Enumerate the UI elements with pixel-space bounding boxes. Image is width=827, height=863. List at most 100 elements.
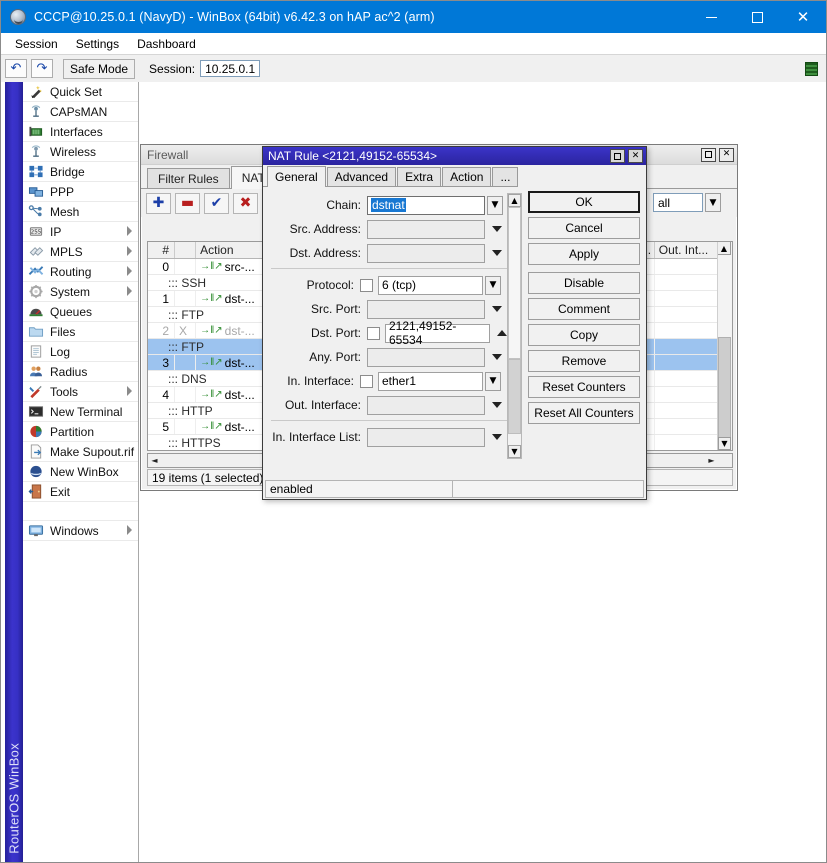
sidebar-item-bridge[interactable]: Bridge (23, 162, 138, 182)
sidebar-item-tools[interactable]: Tools (23, 382, 138, 402)
field-checkbox[interactable] (360, 374, 373, 388)
sidebar-item-wireless[interactable]: Wireless (23, 142, 138, 162)
dialog-form-scrollbar[interactable]: ▲ ▼ (507, 193, 522, 459)
field-input[interactable] (367, 347, 485, 367)
chevron-down-icon[interactable]: ▼ (485, 371, 501, 391)
scroll-down-icon[interactable]: ▼ (508, 445, 521, 458)
sidebar-item-mpls[interactable]: MPLS (23, 242, 138, 262)
sidebar-item-interfaces[interactable]: Interfaces (23, 122, 138, 142)
sidebar-item-radius[interactable]: Radius (23, 362, 138, 382)
sidebar-item-partition[interactable]: Partition (23, 422, 138, 442)
disable-button[interactable]: Disable (528, 272, 640, 294)
apply-button[interactable]: Apply (528, 243, 640, 265)
enable-icon[interactable]: ✔ (204, 192, 229, 214)
menu-settings[interactable]: Settings (67, 35, 128, 53)
column-header-out-int[interactable]: Out. Int... (655, 242, 719, 258)
sidebar-item-windows[interactable]: Windows (23, 521, 138, 541)
sidebar-item-queues[interactable]: Queues (23, 302, 138, 322)
sidebar-item-make-supout[interactable]: Make Supout.rif (23, 442, 138, 462)
sidebar-item-mesh[interactable]: Mesh (23, 202, 138, 222)
tab-filter-rules[interactable]: Filter Rules (147, 168, 230, 188)
scroll-track-upper[interactable] (508, 207, 521, 359)
queues-icon (29, 308, 43, 317)
copy-button[interactable]: Copy (528, 324, 640, 346)
sidebar-item-ppp[interactable]: PPP (23, 182, 138, 202)
sidebar-item-ip[interactable]: 255 IP (23, 222, 138, 242)
reset-counters-button[interactable]: Reset Counters (528, 376, 640, 398)
maximize-icon[interactable] (734, 1, 780, 33)
chevron-down-icon[interactable] (492, 402, 502, 408)
comment-button[interactable]: Comment (528, 298, 640, 320)
field-checkbox[interactable] (367, 326, 380, 340)
menu-dashboard[interactable]: Dashboard (128, 35, 205, 53)
close-icon[interactable]: ✕ (628, 149, 643, 163)
chevron-down-icon[interactable] (492, 226, 502, 232)
table-cell (655, 419, 719, 434)
field-input[interactable] (367, 395, 485, 415)
field-input[interactable] (367, 299, 485, 319)
scroll-thumb[interactable] (508, 359, 521, 434)
column-header-num[interactable]: # (148, 242, 176, 258)
ok-button[interactable]: OK (528, 191, 640, 213)
field-input[interactable]: 6 (tcp) (378, 275, 483, 295)
sidebar-item-exit[interactable]: Exit (23, 482, 138, 502)
tab-extra[interactable]: Extra (397, 167, 442, 186)
menu-session[interactable]: Session (6, 35, 67, 53)
scroll-thumb[interactable] (718, 337, 731, 442)
chevron-down-icon[interactable] (492, 306, 502, 312)
sidebar-item-log[interactable]: Log (23, 342, 138, 362)
sidebar-item-quick-set[interactable]: Quick Set (23, 82, 138, 102)
tab-advanced[interactable]: Advanced (326, 167, 397, 186)
firewall-filter-value[interactable]: all (653, 193, 703, 212)
sidebar-item-routing[interactable]: Routing (23, 262, 138, 282)
field-input[interactable]: dstnat (367, 195, 485, 215)
tab-more[interactable]: ... (492, 167, 519, 186)
chevron-down-icon[interactable]: ▼ (485, 275, 501, 295)
sidebar-item-new-terminal[interactable]: New Terminal (23, 402, 138, 422)
chevron-down-icon[interactable]: ▼ (705, 193, 721, 212)
field-input[interactable] (367, 427, 485, 447)
sidebar-item-capsman[interactable]: CAPsMAN (23, 102, 138, 122)
session-value[interactable]: 10.25.0.1 (200, 60, 261, 77)
sidebar-item-label: IP (50, 224, 62, 239)
maximize-icon[interactable] (610, 149, 625, 163)
chevron-down-icon[interactable]: ▼ (487, 195, 503, 215)
field-input[interactable] (367, 243, 485, 263)
remove-button[interactable]: Remove (528, 350, 640, 372)
close-icon[interactable]: ✕ (719, 147, 734, 162)
field-input[interactable] (367, 219, 485, 239)
routing-icon (28, 266, 44, 275)
reset-all-counters-button[interactable]: Reset All Counters (528, 402, 640, 424)
add-icon[interactable]: ✚ (146, 192, 171, 214)
nat-rule-dialog: NAT Rule <2121,49152-65534> ✕ General Ad… (262, 146, 647, 500)
field-input[interactable]: 2121,49152-65534 (385, 319, 490, 347)
scroll-left-icon[interactable]: ◄ (148, 454, 161, 467)
field-input[interactable]: ether1 (378, 371, 483, 391)
remove-icon[interactable]: ▬ (175, 192, 200, 214)
field-checkbox[interactable] (360, 278, 373, 292)
chevron-down-icon[interactable] (492, 434, 502, 440)
maximize-icon[interactable] (701, 147, 716, 162)
cancel-button[interactable]: Cancel (528, 217, 640, 239)
chevron-up-icon[interactable] (497, 330, 507, 336)
column-header-flag[interactable] (175, 242, 197, 258)
scroll-right-icon[interactable]: ► (705, 454, 718, 467)
chevron-down-icon[interactable] (492, 250, 502, 256)
minimize-icon[interactable] (688, 1, 734, 33)
sidebar-item-new-winbox[interactable]: New WinBox (23, 462, 138, 482)
table-vertical-scrollbar[interactable]: ▲ ▼ (717, 242, 732, 450)
close-icon[interactable]: ✕ (780, 1, 826, 33)
scroll-down-icon[interactable]: ▼ (718, 437, 731, 450)
scroll-up-icon[interactable]: ▲ (508, 194, 521, 207)
disable-icon[interactable]: ✖ (233, 192, 258, 214)
tab-general[interactable]: General (267, 166, 326, 187)
safe-mode-button[interactable]: Safe Mode (63, 58, 136, 79)
scroll-up-icon[interactable]: ▲ (718, 242, 731, 255)
sidebar-item-files[interactable]: Files (23, 322, 138, 342)
sidebar-item-system[interactable]: System (23, 282, 138, 302)
chevron-down-icon[interactable] (492, 354, 502, 360)
undo-icon[interactable]: ↶ (5, 59, 27, 78)
tab-action[interactable]: Action (442, 167, 492, 186)
firewall-filter-dropdown[interactable]: all ▼ (653, 193, 721, 212)
redo-icon[interactable]: ↷ (31, 59, 53, 78)
